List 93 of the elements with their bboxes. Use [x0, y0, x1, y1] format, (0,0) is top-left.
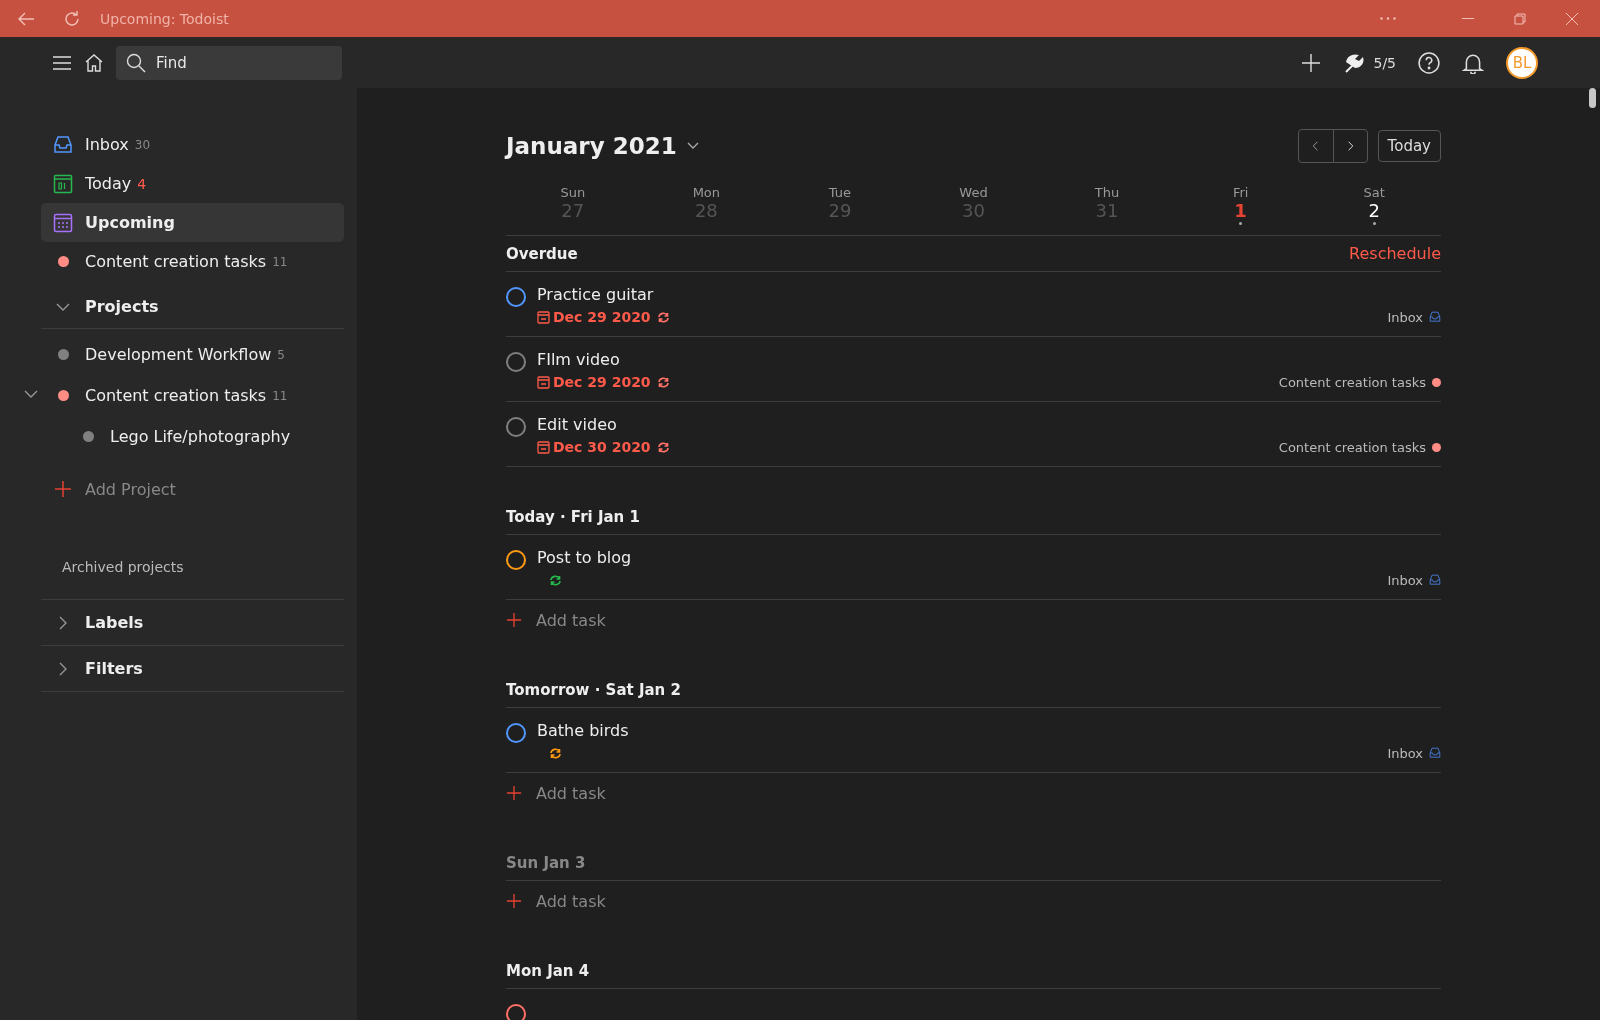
item-label: Content creation tasks [85, 252, 267, 271]
calendar-icon [537, 310, 550, 324]
project-name: Inbox [1387, 745, 1423, 761]
calendar-icon [537, 440, 550, 454]
plus-icon [506, 612, 522, 628]
project-item[interactable]: Lego Life/photography [41, 416, 344, 457]
sidebar-item[interactable]: Inbox 30 [41, 125, 344, 164]
due-date: Dec 29 2020 [553, 374, 651, 390]
project-name: Development Workflow [85, 345, 272, 364]
section-heading: Today · Fri Jan 1 [506, 507, 640, 526]
due-date: Dec 29 2020 [553, 309, 651, 325]
inbox-icon [1429, 574, 1441, 586]
day-button[interactable]: Fri 1 [1173, 185, 1308, 231]
refresh-icon [62, 8, 82, 29]
project-name: Content creation tasks [1278, 374, 1426, 390]
project-name: Content creation tasks [85, 386, 267, 405]
search-field[interactable]: Find [116, 45, 342, 80]
task-row[interactable]: Practice guitar Dec 29 2020 Inbox [506, 272, 1441, 337]
add-button[interactable] [1301, 52, 1322, 73]
section-title: Labels [85, 613, 144, 632]
task-count: 4 [137, 175, 147, 192]
task-title: Bathe birds [537, 721, 630, 740]
task-count: 11 [272, 254, 288, 269]
inbox-icon [53, 134, 73, 155]
refresh-button[interactable] [62, 8, 82, 29]
sidebar-item[interactable]: Today 4 [41, 164, 344, 203]
task-row[interactable]: Edit video Dec 30 2020 Content creation tasks [506, 402, 1441, 467]
task-count: 11 [272, 388, 288, 403]
plus-icon [54, 480, 72, 498]
task-title: Post to blog [537, 548, 633, 567]
task-checkbox[interactable] [506, 550, 526, 570]
section-heading: Sun Jan 3 [506, 853, 586, 872]
section-title: Filters [85, 659, 143, 678]
help-button[interactable] [1418, 51, 1440, 74]
sidebar-item[interactable]: Upcoming [41, 203, 344, 242]
task-count: 30 [134, 137, 151, 152]
caret-icon [686, 141, 699, 150]
inbox-icon [1429, 311, 1441, 323]
calendar-day-icon [53, 173, 73, 194]
day-button[interactable]: Sat 2 [1307, 185, 1441, 231]
add-task-button[interactable]: Add task [506, 773, 606, 813]
task-checkbox[interactable] [506, 723, 526, 743]
plus-icon [506, 785, 522, 801]
project-item[interactable]: Development Workflow 5 [41, 334, 344, 375]
window-title: Upcoming: Todoist [100, 10, 229, 27]
sidebar-section[interactable]: Filters [41, 645, 344, 692]
add-task-button[interactable]: Add task [506, 600, 606, 640]
due-date: Dec 30 2020 [553, 439, 651, 455]
project-name: Inbox [1387, 572, 1423, 588]
task-checkbox[interactable] [506, 1004, 526, 1020]
task-checkbox[interactable] [506, 417, 526, 437]
item-label: Today [85, 174, 132, 193]
plus-icon [1301, 52, 1322, 73]
karma-button[interactable]: 5/5 [1343, 52, 1396, 73]
add-project-button[interactable]: Add Project [41, 469, 344, 509]
section-heading: Tomorrow · Sat Jan 2 [506, 680, 681, 699]
project-name: Inbox [1387, 309, 1423, 325]
sidebar-item[interactable]: Content creation tasks 11 [41, 242, 344, 281]
item-label: Inbox [85, 135, 129, 154]
project-name: Content creation tasks [1278, 439, 1426, 455]
task-row[interactable]: Post to blog Inbox [506, 535, 1441, 600]
sidebar-section[interactable]: Labels [41, 599, 344, 645]
search-icon [126, 52, 146, 73]
item-label: Upcoming [85, 213, 175, 232]
home-button[interactable] [84, 52, 104, 73]
minimize-icon [1462, 18, 1474, 19]
task-row[interactable]: Bathe birds Inbox [506, 708, 1441, 773]
more-icon [1380, 17, 1396, 20]
reschedule-link[interactable]: Reschedule [1349, 244, 1441, 263]
today-button[interactable]: Today [1377, 129, 1441, 162]
inbox-icon [1429, 747, 1441, 759]
archived-projects-link[interactable]: Archived projects [41, 509, 344, 599]
project-item[interactable]: Content creation tasks 11 [41, 375, 344, 416]
task-title: Practice guitar [537, 285, 655, 304]
task-title: FIlm video [537, 350, 621, 369]
home-icon [84, 52, 104, 73]
calendar-grid-icon [53, 212, 73, 233]
projects-header[interactable]: Projects [41, 285, 344, 329]
task-checkbox[interactable] [506, 287, 526, 307]
section-title: Projects [85, 297, 159, 316]
add-task-button[interactable]: Add task [506, 881, 606, 921]
month-picker[interactable]: January 2021 [506, 132, 699, 159]
section-heading: Overdue [506, 244, 578, 263]
task-count: 5 [277, 347, 285, 362]
project-name: Lego Life/photography [110, 427, 291, 446]
help-icon [1418, 51, 1440, 74]
plus-icon [506, 893, 522, 909]
section-heading: Mon Jan 4 [506, 961, 590, 980]
task-title: Edit video [537, 415, 618, 434]
task-checkbox[interactable] [506, 352, 526, 372]
task-row[interactable]: FIlm video Dec 29 2020 Content creation tasks [506, 337, 1441, 402]
scrollbar-thumb[interactable] [1589, 88, 1596, 108]
calendar-icon [537, 375, 550, 389]
